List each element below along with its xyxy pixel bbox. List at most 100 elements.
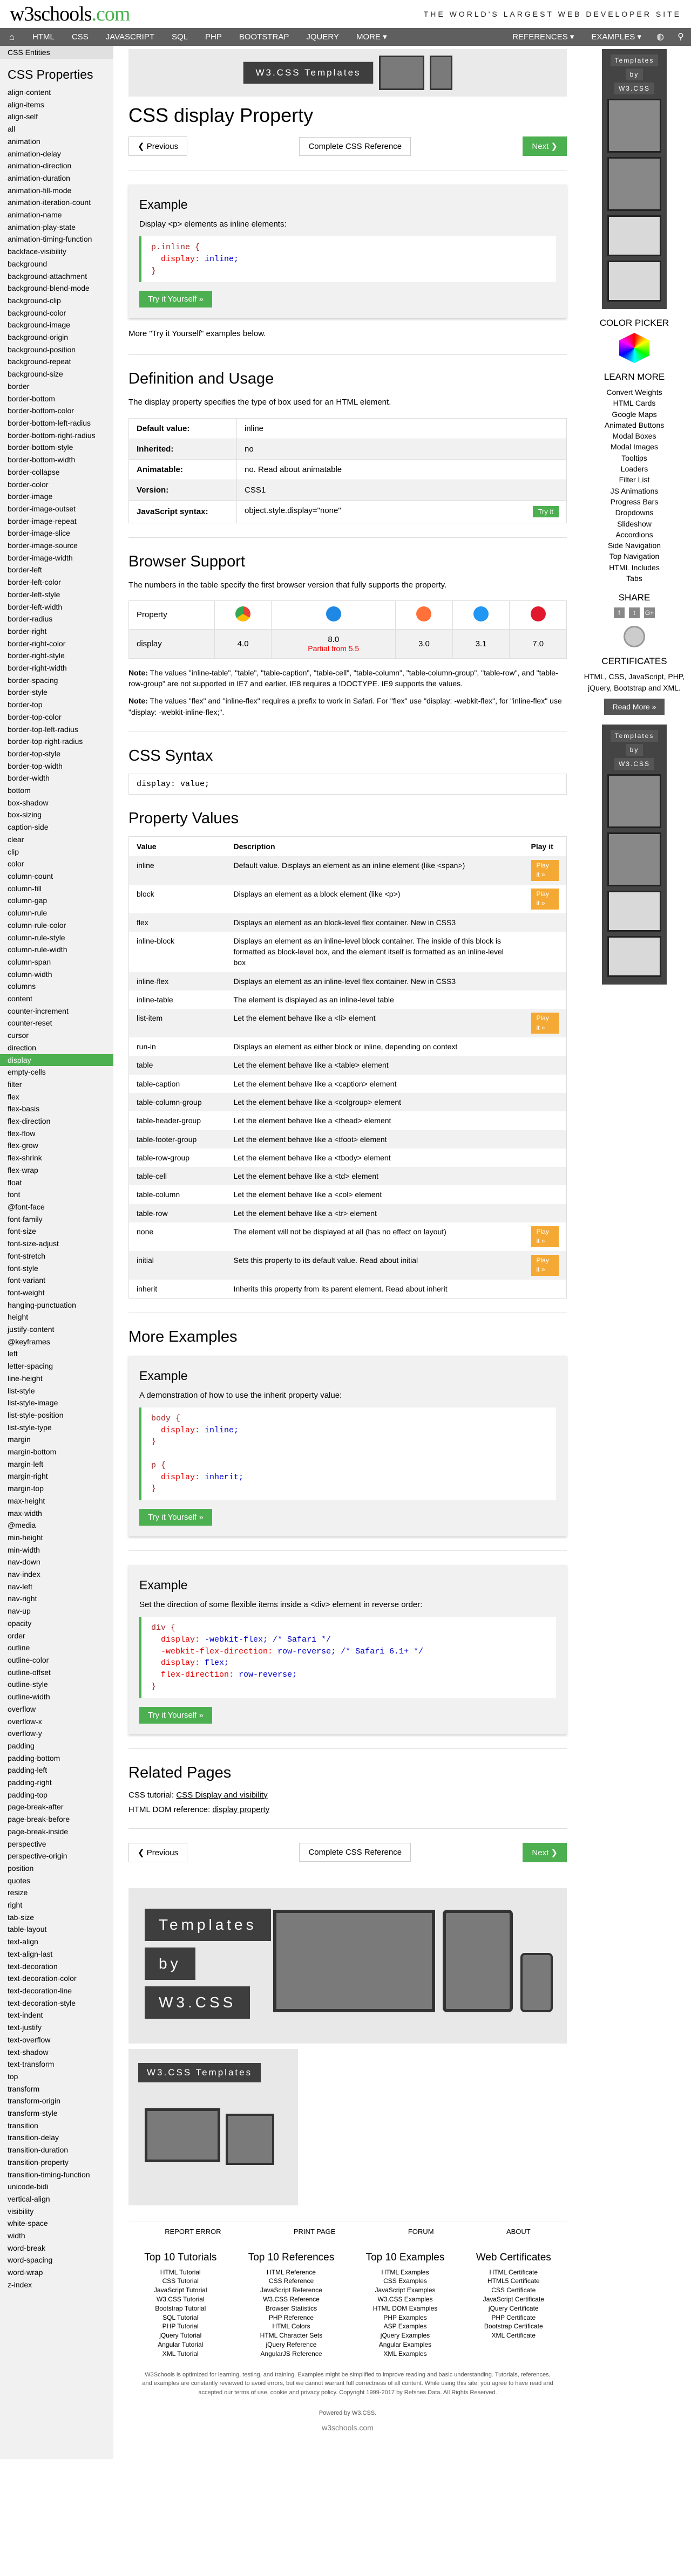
footer-link[interactable]: PHP Examples [366, 2313, 445, 2322]
nav-javascript[interactable]: JAVASCRIPT [97, 28, 163, 46]
footer-link[interactable]: Browser Statistics [248, 2304, 335, 2313]
footer-link[interactable]: XML Certificate [476, 2331, 551, 2340]
templates-ad-banner[interactable]: Templates by W3.CSS [128, 1888, 567, 2044]
footer-link[interactable]: Bootstrap Certificate [476, 2322, 551, 2331]
sidebar-item[interactable]: animation-name [0, 209, 113, 221]
sidebar-item[interactable]: border-spacing [0, 674, 113, 687]
sidebar-item[interactable]: transition [0, 2120, 113, 2132]
sidebar-item[interactable]: clear [0, 833, 113, 846]
sidebar-item[interactable]: column-rule-style [0, 932, 113, 944]
footer-logo[interactable]: w3schools.com [128, 2423, 567, 2432]
learn-more-link[interactable]: Side Navigation [583, 540, 686, 551]
footer-link[interactable]: Bootstrap Tutorial [144, 2304, 216, 2313]
sidebar-item[interactable]: border-top-style [0, 748, 113, 760]
sidebar-item[interactable]: border-right [0, 625, 113, 638]
nav-more[interactable]: MORE ▾ [348, 28, 396, 46]
footer-link[interactable]: PHP Reference [248, 2313, 335, 2322]
sidebar-item[interactable]: column-width [0, 968, 113, 981]
templates-small-ad[interactable]: W3.CSS Templates [128, 2048, 298, 2205]
sidebar-item[interactable]: overflow-y [0, 1727, 113, 1740]
footer-link[interactable]: CSS Certificate [476, 2286, 551, 2295]
sidebar-item[interactable]: resize [0, 1887, 113, 1899]
sidebar-item[interactable]: min-height [0, 1532, 113, 1544]
sidebar-item[interactable]: bottom [0, 784, 113, 797]
sidebar-item[interactable]: max-width [0, 1507, 113, 1520]
sidebar-item[interactable]: border-left-style [0, 589, 113, 601]
footer-link[interactable]: HTML5 Certificate [476, 2277, 551, 2286]
sidebar-item[interactable]: column-gap [0, 894, 113, 907]
next-button[interactable]: Next ❯ [523, 1842, 567, 1862]
sidebar-item[interactable]: column-rule-color [0, 919, 113, 932]
templates-side-ad[interactable]: Templates by W3.CSS [602, 724, 667, 985]
footer-link[interactable]: jQuery Reference [248, 2340, 335, 2349]
sidebar-item[interactable]: cursor [0, 1029, 113, 1042]
footer-link[interactable]: XML Tutorial [144, 2349, 216, 2359]
footer-link[interactable]: HTML DOM Examples [366, 2304, 445, 2313]
sidebar-item[interactable]: flex-basis [0, 1103, 113, 1115]
google-plus-icon[interactable]: G+ [644, 607, 655, 619]
nav-bootstrap[interactable]: BOOTSTRAP [231, 28, 298, 46]
learn-more-link[interactable]: Slideshow [583, 518, 686, 529]
sidebar-item[interactable]: counter-reset [0, 1017, 113, 1029]
sidebar-item[interactable]: text-decoration-color [0, 1972, 113, 1985]
play-it-button[interactable]: Play it » [531, 1254, 559, 1276]
sidebar-item[interactable]: white-space [0, 2217, 113, 2230]
facebook-icon[interactable]: f [614, 607, 625, 619]
nav-html[interactable]: HTML [24, 28, 63, 46]
sidebar-item[interactable]: border-image-source [0, 539, 113, 552]
sidebar-item[interactable]: box-shadow [0, 797, 113, 809]
sidebar-item[interactable]: clip [0, 846, 113, 858]
sidebar-item[interactable]: word-wrap [0, 2266, 113, 2279]
previous-button[interactable]: ❮ Previous [128, 136, 188, 156]
learn-more-link[interactable]: Tooltips [583, 453, 686, 463]
sidebar-item[interactable]: text-decoration [0, 1960, 113, 1973]
sidebar-item[interactable]: background [0, 258, 113, 270]
sidebar-item[interactable]: direction [0, 1042, 113, 1054]
sidebar-item[interactable]: all [0, 123, 113, 135]
sidebar-item[interactable]: border-radius [0, 613, 113, 625]
sidebar-item[interactable]: font-weight [0, 1287, 113, 1299]
sidebar-item[interactable]: transform-style [0, 2107, 113, 2120]
learn-more-link[interactable]: Google Maps [583, 409, 686, 420]
footer-link[interactable]: HTML Reference [248, 2268, 335, 2277]
footer-link[interactable]: jQuery Certificate [476, 2304, 551, 2313]
sidebar-item[interactable]: background-repeat [0, 356, 113, 368]
sidebar-item[interactable]: border-right-width [0, 662, 113, 674]
nav-css[interactable]: CSS [63, 28, 97, 46]
color-picker-icon[interactable] [619, 333, 649, 363]
learn-more-link[interactable]: Accordions [583, 529, 686, 540]
templates-side-ad[interactable]: Templates by W3.CSS [602, 49, 667, 309]
sidebar-item[interactable]: line-height [0, 1372, 113, 1385]
sidebar-item[interactable]: border-image-repeat [0, 515, 113, 528]
footer-link[interactable]: W3.CSS Tutorial [144, 2295, 216, 2304]
sidebar-item[interactable]: border-style [0, 686, 113, 699]
sidebar-item[interactable]: padding [0, 1740, 113, 1752]
sidebar-item[interactable]: nav-left [0, 1581, 113, 1593]
sidebar-item[interactable]: border [0, 380, 113, 393]
sidebar-item[interactable]: animation-duration [0, 172, 113, 185]
nav-examples[interactable]: EXAMPLES ▾ [582, 28, 650, 46]
sidebar-item[interactable]: border-bottom-style [0, 441, 113, 454]
read-more-button[interactable]: Read More » [604, 698, 665, 715]
sidebar-item[interactable]: background-color [0, 307, 113, 319]
sidebar-item[interactable]: list-style-type [0, 1422, 113, 1434]
play-it-button[interactable]: Play it » [531, 1226, 559, 1247]
sidebar-item[interactable]: border-left-color [0, 576, 113, 589]
sidebar-item[interactable]: flex-shrink [0, 1152, 113, 1164]
sidebar-item[interactable]: border-image [0, 490, 113, 503]
home-icon[interactable]: ⌂ [0, 28, 24, 46]
sidebar-item[interactable]: flex-flow [0, 1128, 113, 1140]
sidebar-item[interactable]: text-align [0, 1936, 113, 1948]
sidebar-item[interactable]: column-fill [0, 883, 113, 895]
sidebar-item[interactable]: border-bottom [0, 393, 113, 405]
sidebar-item[interactable]: font-style [0, 1262, 113, 1275]
learn-more-link[interactable]: Animated Buttons [583, 420, 686, 431]
sidebar-item[interactable]: background-image [0, 319, 113, 331]
footer-link[interactable]: CSS Examples [366, 2277, 445, 2286]
footer-link[interactable]: HTML Character Sets [248, 2331, 335, 2340]
sidebar-item[interactable]: background-blend-mode [0, 282, 113, 295]
sidebar-item[interactable]: text-indent [0, 2009, 113, 2021]
sidebar-item[interactable]: border-top-left-radius [0, 723, 113, 736]
sidebar-item[interactable]: overflow [0, 1703, 113, 1716]
nav-references[interactable]: REFERENCES ▾ [504, 28, 582, 46]
